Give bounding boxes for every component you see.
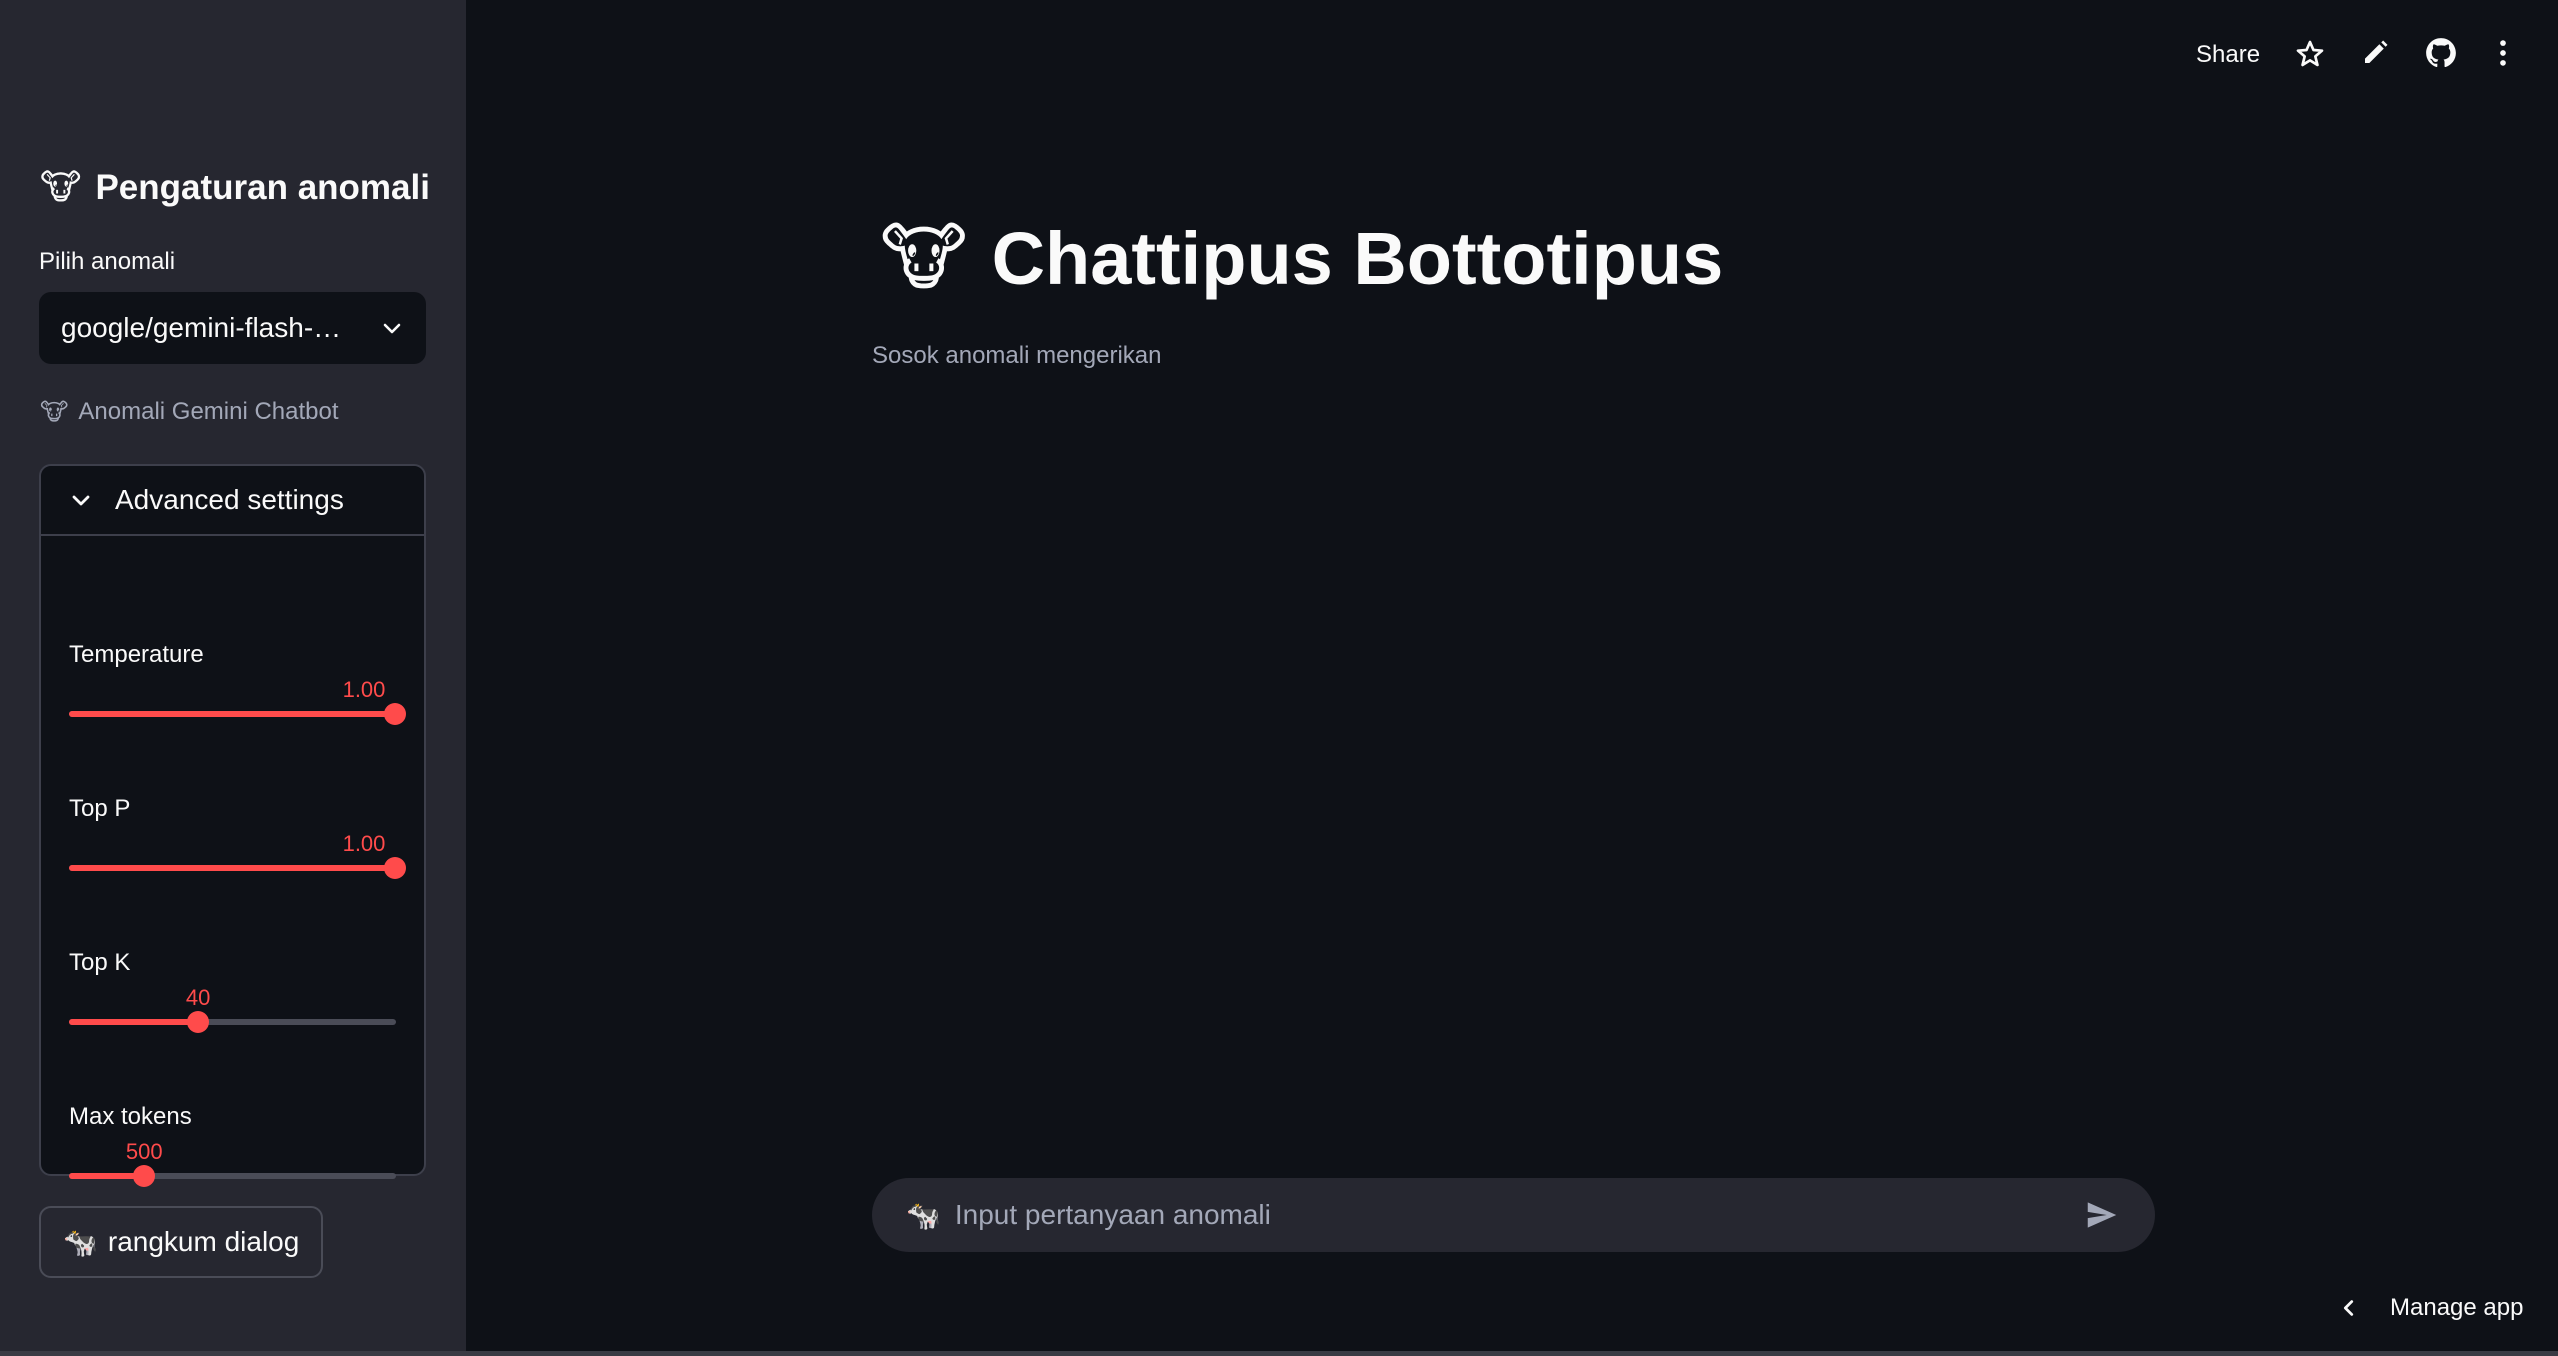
sidebar-title: 🐮 Pengaturan anomali <box>40 162 430 214</box>
slider-value: 500 <box>125 1139 163 1164</box>
slider-fill <box>69 1019 199 1025</box>
sidebar-title-text: Pengaturan anomali <box>95 168 430 207</box>
bottom-divider <box>0 1351 2558 1356</box>
slider-track[interactable] <box>69 1011 396 1033</box>
slider-label: Top P <box>69 795 131 822</box>
cow-face-icon: 🐮 <box>40 398 69 426</box>
cow-icon: 🐄 <box>906 1198 941 1232</box>
pencil-icon[interactable] <box>2360 38 2390 68</box>
slider-label: Max tokens <box>69 1103 192 1130</box>
slider-fill <box>69 711 395 717</box>
star-icon[interactable] <box>2294 38 2326 70</box>
slider-thumb[interactable] <box>133 1165 156 1187</box>
model-select-label: Pilih anomali <box>39 248 176 275</box>
share-button[interactable]: Share <box>2196 38 2260 72</box>
slider-track[interactable] <box>69 857 406 879</box>
slider-label: Temperature <box>69 641 204 668</box>
advanced-settings-toggle[interactable]: Advanced settings <box>41 466 424 536</box>
slider-thumb[interactable] <box>187 1011 210 1033</box>
model-select[interactable]: google/gemini-flash-… <box>39 292 426 364</box>
slider-value: 1.00 <box>342 831 386 856</box>
sidebar-caption: 🐮 Anomali Gemini Chatbot <box>40 398 339 426</box>
slider-label: Top K <box>69 949 131 976</box>
chevron-left-icon <box>2343 1300 2354 1316</box>
summarize-dialog-button[interactable]: 🐄 rangkum dialog <box>39 1206 324 1278</box>
cow-face-icon: 🐮 <box>880 215 968 301</box>
slider-value: 40 <box>185 985 211 1010</box>
advanced-settings-label: Advanced settings <box>115 484 344 515</box>
slider-track[interactable] <box>69 1165 396 1187</box>
slider-fill <box>69 865 395 871</box>
send-icon[interactable] <box>2083 1196 2121 1234</box>
github-icon[interactable] <box>2424 36 2458 70</box>
sidebar-caption-text: Anomali Gemini Chatbot <box>78 398 339 425</box>
page-title-text: Chattipus Bottotipus <box>991 216 1724 300</box>
slider-value: 1.00 <box>342 677 386 702</box>
chat-input-placeholder: Input pertanyaan anomali <box>954 1199 1271 1230</box>
cow-icon: 🐄 <box>63 1225 98 1259</box>
slider-thumb[interactable] <box>384 857 406 879</box>
chevron-down-icon <box>72 495 90 506</box>
manage-app-button[interactable]: Manage app <box>2338 1294 2523 1322</box>
manage-app-label: Manage app <box>2390 1294 2524 1321</box>
advanced-settings-expander: Advanced settings Temperature 1.00 Top P… <box>39 464 426 1187</box>
sidebar: 🐮 Pengaturan anomali Pilih anomali googl… <box>0 0 466 1351</box>
slider-track[interactable] <box>69 703 406 725</box>
chevron-down-icon <box>383 323 401 334</box>
chat-input[interactable]: 🐄 Input pertanyaan anomali <box>872 1178 2155 1252</box>
model-select-value: google/gemini-flash-… <box>61 312 342 343</box>
slider-thumb[interactable] <box>384 703 406 725</box>
summarize-dialog-label: rangkum dialog <box>107 1226 300 1257</box>
more-icon[interactable] <box>2486 36 2520 70</box>
page-subtitle: Sosok anomali mengerikan <box>872 342 1162 369</box>
cow-face-icon: 🐮 <box>40 168 82 208</box>
page-title: 🐮 Chattipus Bottotipus <box>880 210 1723 306</box>
